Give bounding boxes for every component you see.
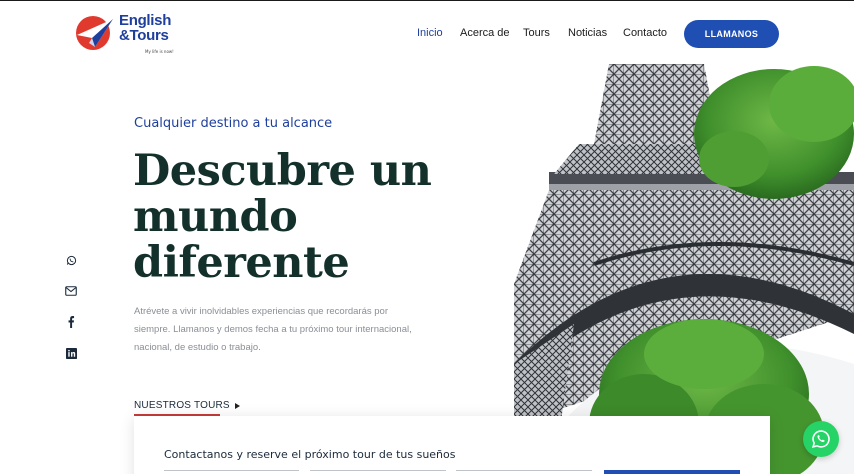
brand-name-line2: &Tours — [119, 27, 169, 44]
contact-form-card: Contactanos y reserve el próximo tour de… — [134, 416, 770, 474]
nav-item-acerca-de[interactable]: Acerca de — [460, 27, 510, 39]
whatsapp-icon[interactable] — [63, 252, 79, 268]
email-icon[interactable] — [63, 283, 79, 299]
caret-right-icon — [234, 403, 240, 409]
facebook-icon[interactable] — [63, 314, 79, 330]
nav-item-inicio[interactable]: Inicio — [417, 27, 443, 39]
form-field-3[interactable] — [456, 470, 592, 474]
hero-description: Atrévete a vivir inolvidables experienci… — [134, 306, 412, 353]
form-field-1[interactable] — [164, 470, 299, 474]
brand-name: English &Tours — [119, 13, 171, 43]
whatsapp-icon — [811, 430, 830, 449]
floating-whatsapp-button[interactable] — [803, 421, 839, 457]
our-tours-link[interactable]: NUESTROS TOURS — [134, 400, 240, 411]
brand-tagline: My life is now! — [145, 49, 174, 54]
contact-form-title: Contactanos y reserve el próximo tour de… — [164, 448, 456, 461]
brand-name-line1: English — [119, 12, 172, 29]
hero-headline: Descubre un mundo diferente — [133, 148, 453, 286]
our-tours-label: NUESTROS TOURS — [134, 400, 230, 411]
headline-line-2: mundo — [133, 192, 298, 242]
form-field-2[interactable] — [310, 470, 446, 474]
brand-logo[interactable]: English &Tours My life is now! — [73, 13, 183, 57]
eiffel-tower-photo — [514, 64, 854, 474]
form-submit-button[interactable] — [604, 470, 740, 474]
nav-item-contacto[interactable]: Contacto — [623, 27, 667, 39]
linkedin-icon[interactable] — [63, 345, 79, 361]
call-us-button[interactable]: LLAMANOS — [684, 20, 779, 48]
nav-item-tours[interactable]: Tours — [523, 27, 550, 39]
paper-plane-logo-icon — [76, 16, 113, 50]
headline-line-1: Descubre un — [133, 146, 432, 196]
hero-image — [514, 64, 854, 474]
site-header: English &Tours My life is now! Inicio Ac… — [0, 1, 854, 64]
nav-item-noticias[interactable]: Noticias — [568, 27, 607, 39]
headline-line-3: diferente — [133, 238, 350, 288]
hero-eyebrow: Cualquier destino a tu alcance — [134, 116, 333, 131]
